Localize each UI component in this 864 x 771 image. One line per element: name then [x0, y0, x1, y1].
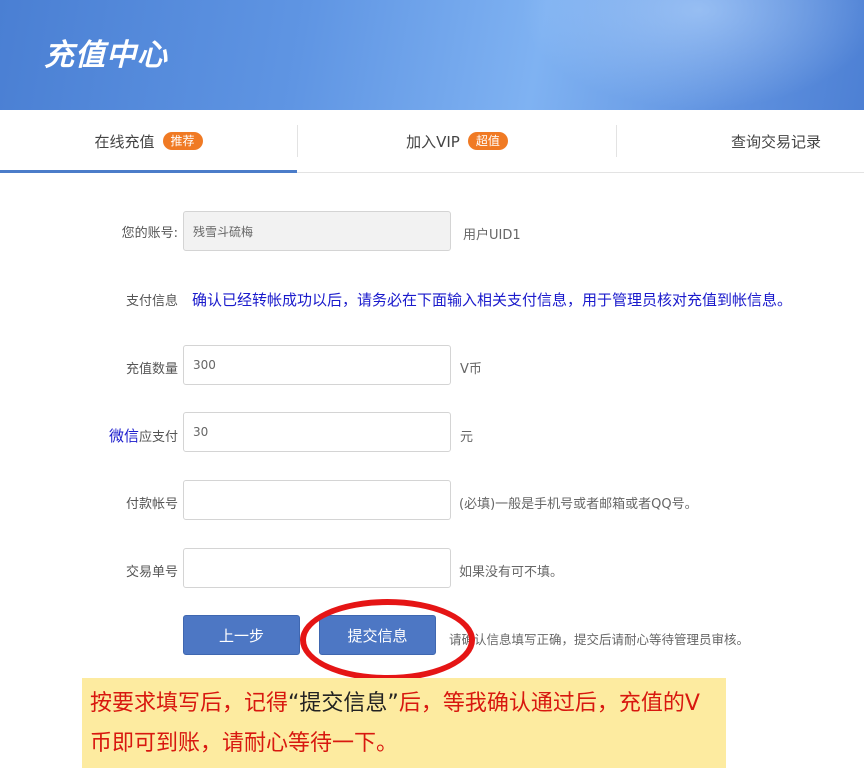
amount-label-group: 微信应支付 — [109, 425, 178, 446]
banner-glow — [520, 0, 864, 110]
annotation-callout: 按要求填写后，记得“提交信息”后，等我确认通过后，充值的V币即可到账，请耐心等待… — [82, 678, 726, 768]
tab-badge: 超值 — [467, 132, 508, 150]
tab-badge: 推荐 — [162, 132, 203, 150]
callout-highlight: “提交信息” — [288, 691, 399, 716]
quantity-field[interactable] — [183, 345, 451, 385]
payment-info-label: 支付信息 — [125, 294, 178, 309]
tab-label: 加入VIP — [406, 132, 460, 151]
header-banner: 充值中心 — [0, 0, 864, 110]
pay-account-label: 付款帐号 — [125, 497, 178, 512]
trade-no-field[interactable] — [183, 548, 451, 588]
submit-button[interactable]: 提交信息 — [319, 615, 436, 655]
tab-online-recharge[interactable]: 在线充值 推荐 — [0, 110, 297, 173]
trade-no-hint: 如果没有可不填。 — [459, 565, 564, 580]
tab-bar: 在线充值 推荐 加入VIP 超值 查询交易记录 — [0, 110, 864, 173]
submit-hint: 请确认信息填写正确，提交后请耐心等待管理员审核。 — [449, 632, 750, 647]
page-title: 充值中心 — [44, 38, 168, 73]
prev-step-button[interactable]: 上一步 — [183, 615, 300, 655]
amount-field[interactable] — [183, 412, 451, 452]
pay-account-hint: (必填)一般是手机号或者邮箱或者QQ号。 — [459, 497, 698, 512]
payment-info-note: 确认已经转帐成功以后，请务必在下面输入相关支付信息，用于管理员核对充值到帐信息。 — [192, 291, 793, 309]
amount-unit: 元 — [460, 430, 474, 445]
account-field[interactable] — [183, 211, 451, 251]
pay-account-field[interactable] — [183, 480, 451, 520]
tab-join-vip[interactable]: 加入VIP 超值 — [298, 110, 616, 172]
callout-text-1: 按要求填写后，记得 — [90, 691, 289, 716]
tab-label: 查询交易记录 — [730, 132, 821, 151]
tab-label: 在线充值 — [94, 132, 155, 151]
recharge-page: 充值中心 在线充值 推荐 加入VIP 超值 查询交易记录 您的账号: 用户UID… — [0, 0, 864, 771]
trade-no-label: 交易单号 — [125, 565, 178, 580]
tab-transaction-history[interactable]: 查询交易记录 — [617, 110, 864, 172]
quantity-label: 充值数量 — [125, 362, 178, 377]
amount-label: 应支付 — [138, 430, 178, 445]
quantity-unit: V币 — [460, 362, 482, 377]
account-uid: 用户UID1 — [463, 228, 521, 243]
payment-method: 微信 — [108, 427, 139, 445]
account-label: 您的账号: — [121, 226, 178, 241]
